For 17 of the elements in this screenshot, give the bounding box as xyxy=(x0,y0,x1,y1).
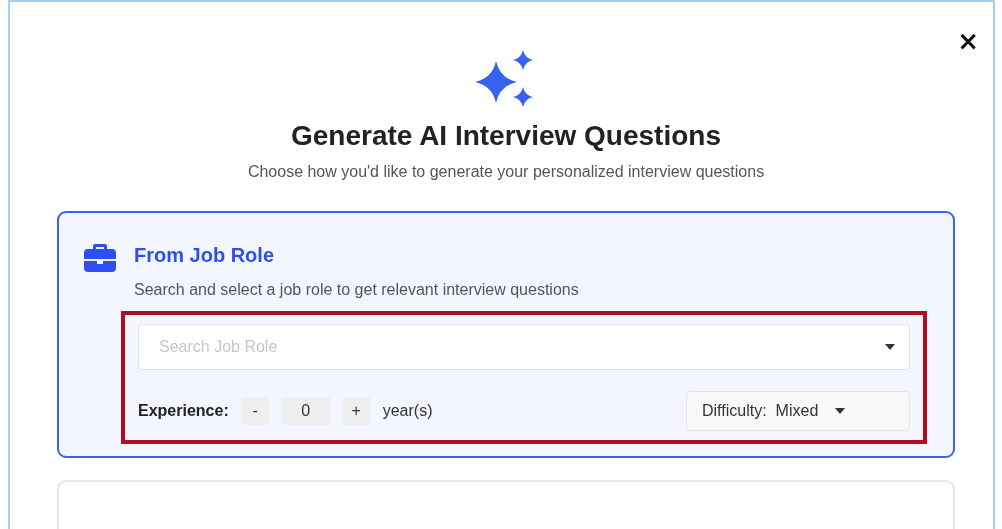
experience-field[interactable]: 0 xyxy=(280,397,331,425)
dialog-title: Generate AI Interview Questions xyxy=(290,119,722,153)
experience-label: Experience: xyxy=(138,402,229,420)
option-title: From Job Role xyxy=(134,243,275,267)
dialog-subtitle: Choose how you'd like to generate your personalized interview questions xyxy=(246,163,766,181)
option-card[interactable] xyxy=(57,480,955,529)
caret-icon xyxy=(885,344,895,350)
caret-icon xyxy=(835,408,846,414)
unit-label: year(s) xyxy=(382,402,433,420)
difficulty-dropdown[interactable]: Difficulty: Mixed xyxy=(686,391,910,431)
briefcase-icon xyxy=(84,243,116,272)
increment-button[interactable]: + xyxy=(341,397,371,425)
decrement-button[interactable]: - xyxy=(240,397,270,425)
job-role-search-field[interactable]: Search Job Role xyxy=(138,324,910,370)
close-button[interactable]: × xyxy=(957,28,979,54)
option-card[interactable]: From Job Role Search and select a job role to get relevant interview questions Search Job Role Experience: - 0 + year(s) Difficulty: Mixed xyxy=(57,211,955,458)
option-description: Search and select a job role to get relevant interview questions xyxy=(134,281,580,299)
